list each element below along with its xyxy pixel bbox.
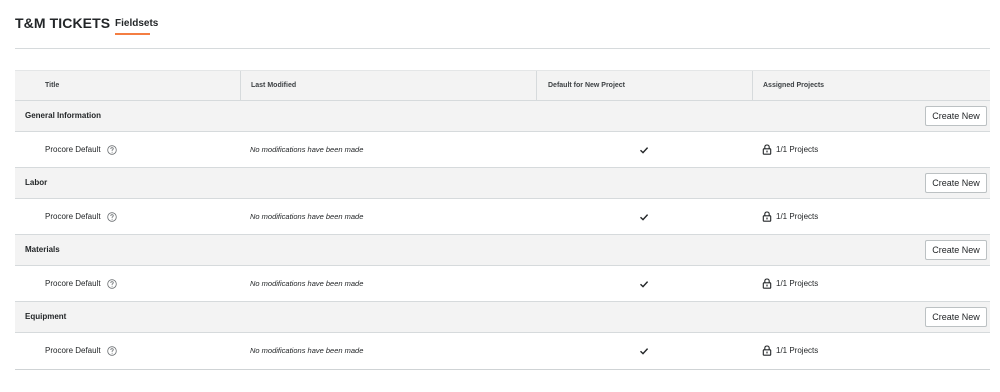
last-modified-text: No modifications have been made xyxy=(250,279,364,288)
create-new-button[interactable]: Create New xyxy=(925,173,987,193)
group-title: Equipment xyxy=(25,312,67,321)
column-divider xyxy=(240,71,241,101)
active-tab-indicator xyxy=(115,33,150,35)
group-title: Materials xyxy=(25,245,60,254)
group-row-labor: Labor Create New xyxy=(15,168,990,199)
column-header-title: Title xyxy=(45,82,60,89)
assigned-projects-text[interactable]: 1/1 Projects xyxy=(776,266,818,301)
assigned-projects-text[interactable]: 1/1 Projects xyxy=(776,132,818,167)
assigned-projects-text[interactable]: 1/1 Projects xyxy=(776,333,818,368)
fieldset-name[interactable]: Procore Default xyxy=(45,199,101,235)
column-header-assigned-projects: Assigned Projects xyxy=(763,82,825,89)
fieldset-name[interactable]: Procore Default xyxy=(45,333,101,369)
group-row-materials: Materials Create New xyxy=(15,235,990,266)
lock-icon xyxy=(762,211,772,222)
fieldsets-table: Title Last Modified Default for New Proj… xyxy=(15,70,990,370)
create-new-button[interactable]: Create New xyxy=(925,106,987,126)
table-row[interactable]: Procore Default No modifications have be… xyxy=(15,199,990,235)
help-circle-icon[interactable] xyxy=(107,279,117,289)
last-modified-text: No modifications have been made xyxy=(250,145,364,154)
group-title: Labor xyxy=(25,178,48,187)
column-header-last-modified: Last Modified xyxy=(251,82,297,89)
help-circle-icon[interactable] xyxy=(107,346,117,356)
fieldset-name[interactable]: Procore Default xyxy=(45,132,101,168)
table-row[interactable]: Procore Default No modifications have be… xyxy=(15,266,990,302)
group-title: General Information xyxy=(25,111,102,120)
assigned-projects-text[interactable]: 1/1 Projects xyxy=(776,199,818,234)
help-circle-icon[interactable] xyxy=(107,145,117,155)
header-divider xyxy=(15,48,990,49)
checkmark-icon xyxy=(640,281,649,288)
page-header: T&M TICKETS Fieldsets xyxy=(0,0,1000,50)
lock-icon xyxy=(762,345,772,356)
create-new-button[interactable]: Create New xyxy=(925,240,987,260)
table-header: Title Last Modified Default for New Proj… xyxy=(15,70,990,101)
lock-icon xyxy=(762,144,772,155)
group-row-equipment: Equipment Create New xyxy=(15,302,990,333)
last-modified-text: No modifications have been made xyxy=(250,346,364,355)
column-header-default: Default for New Project xyxy=(548,82,626,89)
tab-fieldsets[interactable]: Fieldsets xyxy=(115,18,158,29)
create-new-button[interactable]: Create New xyxy=(925,307,987,327)
lock-icon xyxy=(762,278,772,289)
group-row-general-information: General Information Create New xyxy=(15,101,990,132)
page-title: T&M TICKETS xyxy=(15,15,111,31)
column-divider xyxy=(536,71,537,101)
table-row[interactable]: Procore Default No modifications have be… xyxy=(15,132,990,168)
last-modified-text: No modifications have been made xyxy=(250,212,364,221)
table-row[interactable]: Procore Default No modifications have be… xyxy=(15,333,990,369)
checkmark-icon xyxy=(640,147,649,154)
help-circle-icon[interactable] xyxy=(107,212,117,222)
checkmark-icon xyxy=(640,214,649,221)
checkmark-icon xyxy=(640,348,649,355)
fieldset-name[interactable]: Procore Default xyxy=(45,266,101,302)
column-divider xyxy=(752,71,753,101)
